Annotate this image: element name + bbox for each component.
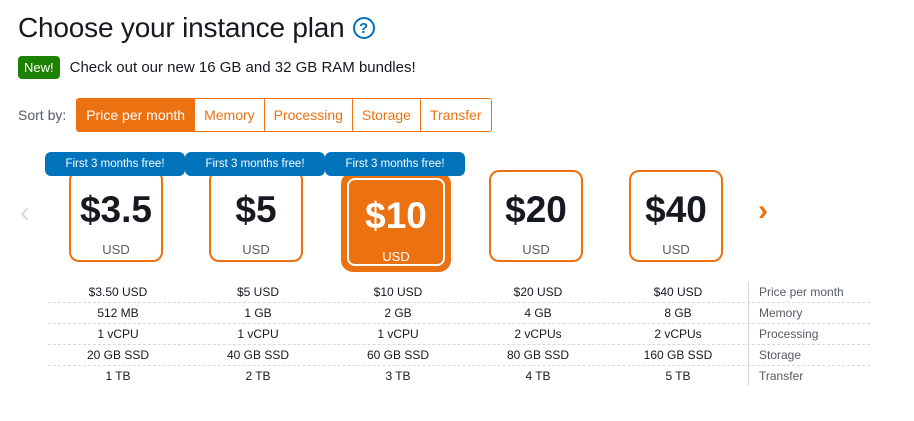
- new-badge: New!: [18, 56, 60, 79]
- spec-label: Transfer: [748, 366, 866, 386]
- free-months-badge: First 3 months free!: [45, 152, 185, 176]
- spec-cell: $10 USD: [373, 285, 423, 299]
- spec-cell: 1 GB: [244, 306, 272, 320]
- spec-cell: 5 TB: [665, 369, 691, 383]
- header: Choose your instance plan ?: [18, 12, 375, 44]
- spec-cell: 2 GB: [384, 306, 412, 320]
- sort-transfer-button[interactable]: Transfer: [419, 99, 491, 131]
- plan-currency: USD: [382, 249, 410, 264]
- spec-cell: 2 vCPUs: [654, 327, 702, 341]
- spec-cell: 4 TB: [525, 369, 551, 383]
- spec-cell: 1 vCPU: [237, 327, 279, 341]
- spec-row-storage: 20 GB SSD 40 GB SSD 60 GB SSD 80 GB SSD …: [48, 345, 870, 366]
- sort-bar: Sort by: Price per month Memory Processi…: [18, 98, 492, 132]
- spec-cell: 4 GB: [524, 306, 552, 320]
- spec-cell: 1 vCPU: [377, 327, 419, 341]
- plan-price: $3.5: [79, 189, 152, 230]
- plan-currency: USD: [242, 242, 270, 257]
- plan-currency: USD: [662, 242, 690, 257]
- sort-memory-button[interactable]: Memory: [194, 99, 264, 131]
- spec-cell: 20 GB SSD: [86, 348, 150, 362]
- spec-cell: $20 USD: [513, 285, 563, 299]
- plan-price-box[interactable]: $10 USD: [341, 172, 451, 272]
- sort-price-button[interactable]: Price per month: [77, 99, 195, 131]
- spec-cell: $40 USD: [653, 285, 703, 299]
- spec-cell: 1 vCPU: [97, 327, 139, 341]
- spec-label: Price per month: [748, 282, 866, 302]
- spec-row-transfer: 1 TB 2 TB 3 TB 4 TB 5 TB Transfer: [48, 366, 870, 386]
- plan-price: $10: [365, 195, 427, 236]
- spec-cell: 60 GB SSD: [366, 348, 430, 362]
- plan-price: $40: [645, 189, 707, 230]
- free-months-badge: First 3 months free!: [325, 152, 465, 176]
- free-months-badge: First 3 months free!: [185, 152, 325, 176]
- spec-label: Processing: [748, 324, 866, 344]
- spec-cell: 1 TB: [105, 369, 131, 383]
- spec-cell: 512 MB: [97, 306, 139, 320]
- announcement-text: Check out our new 16 GB and 32 GB RAM bu…: [69, 59, 416, 76]
- spec-cell: 80 GB SSD: [506, 348, 570, 362]
- plan-currency: USD: [522, 242, 550, 257]
- plan-price-box[interactable]: $40 USD: [629, 170, 723, 262]
- sort-storage-button[interactable]: Storage: [351, 99, 420, 131]
- spec-cell: $5 USD: [236, 285, 280, 299]
- spec-row-processing: 1 vCPU 1 vCPU 1 vCPU 2 vCPUs 2 vCPUs Pro…: [48, 324, 870, 345]
- spec-row-memory: 512 MB 1 GB 2 GB 4 GB 8 GB Memory: [48, 303, 870, 324]
- spec-cell: $3.50 USD: [88, 285, 148, 299]
- announcement: New! Check out our new 16 GB and 32 GB R…: [18, 56, 416, 79]
- spec-cell: 2 vCPUs: [514, 327, 562, 341]
- plan-currency: USD: [102, 242, 130, 257]
- spec-cell: 3 TB: [385, 369, 411, 383]
- spec-cell: 40 GB SSD: [226, 348, 290, 362]
- sort-label: Sort by:: [18, 107, 67, 123]
- help-icon[interactable]: ?: [352, 17, 375, 39]
- sort-button-group: Price per month Memory Processing Storag…: [76, 98, 492, 132]
- spec-label: Memory: [748, 303, 866, 323]
- spec-cell: 160 GB SSD: [643, 348, 713, 362]
- page-title: Choose your instance plan: [18, 12, 345, 43]
- plan-price: $5: [235, 189, 277, 230]
- spec-row-price: $3.50 USD $5 USD $10 USD $20 USD $40 USD…: [48, 282, 870, 303]
- plan-price-box[interactable]: $20 USD: [489, 170, 583, 262]
- chevron-right-icon[interactable]: ›: [758, 194, 768, 228]
- spec-cell: 8 GB: [664, 306, 692, 320]
- sort-processing-button[interactable]: Processing: [263, 99, 352, 131]
- chevron-left-icon[interactable]: ‹: [20, 196, 30, 230]
- plan-price-box[interactable]: $5 USD: [209, 170, 303, 262]
- plan-price: $20: [505, 189, 567, 230]
- spec-cell: 2 TB: [245, 369, 271, 383]
- plan-price-box[interactable]: $3.5 USD: [69, 170, 163, 262]
- plan-specs-table: $3.50 USD $5 USD $10 USD $20 USD $40 USD…: [48, 282, 870, 386]
- spec-label: Storage: [748, 345, 866, 365]
